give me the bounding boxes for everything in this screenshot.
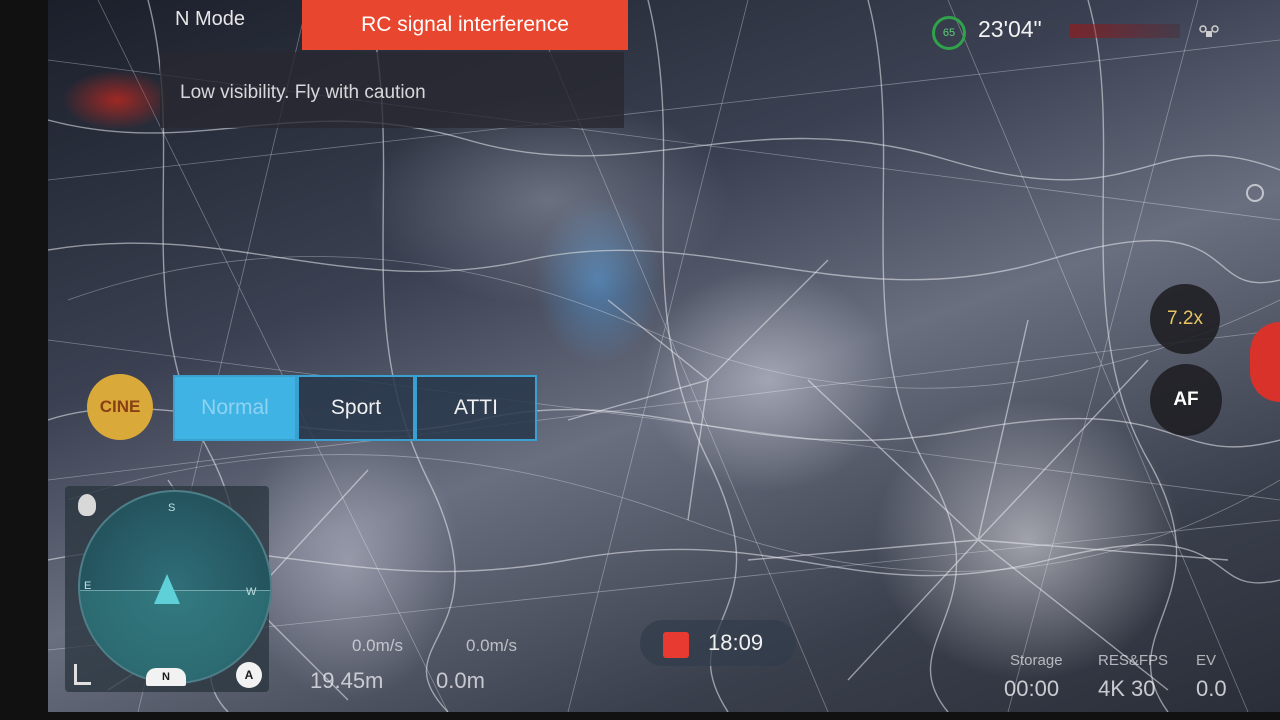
remaining-flight-time: 23'04"	[978, 16, 1042, 42]
drone-status-icon	[1199, 25, 1219, 37]
storage-value[interactable]: 00:00	[1004, 676, 1059, 702]
recording-indicator-icon	[663, 632, 689, 658]
resfps-label: RES&FPS	[1098, 652, 1169, 669]
mode-sport-button[interactable]: Sport	[297, 375, 415, 441]
ev-value[interactable]: 0.0	[1196, 676, 1227, 702]
mode-atti-button[interactable]: ATTI	[415, 375, 537, 441]
autofocus-button[interactable]: AF	[1150, 364, 1222, 436]
side-indicator-icon	[1246, 184, 1264, 202]
red-warning-glow	[62, 70, 172, 130]
signal-strength-value: 65	[942, 27, 956, 39]
auto-badge[interactable]: A	[236, 662, 262, 688]
rc-signal-warning-banner: RC signal interference	[302, 0, 628, 50]
distance-value: 19.45m	[310, 668, 384, 693]
signal-strength-icon: 65	[932, 16, 966, 50]
device-bezel	[0, 0, 48, 720]
flight-mode-label[interactable]: N Mode	[175, 8, 245, 31]
compass-west-label: E	[84, 580, 92, 592]
status-indicator-bar	[1070, 24, 1180, 38]
visibility-warning-text: Low visibility. Fly with caution	[180, 82, 426, 103]
compass-east-label: W	[246, 586, 257, 598]
horizontal-speed: 0.0m/s	[352, 636, 404, 655]
device-bezel-bottom	[0, 712, 1280, 720]
cine-label: CINE	[99, 397, 141, 416]
aircraft-heading-icon	[154, 574, 180, 604]
home-point-icon	[78, 494, 96, 516]
mode-normal-button[interactable]: Normal	[173, 375, 297, 441]
zoom-label: 7.2x	[1167, 308, 1203, 329]
recording-time: 18:09	[708, 630, 764, 655]
north-badge[interactable]: N	[146, 668, 186, 686]
vertical-speed: 0.0m/s	[466, 636, 518, 655]
ev-label: EV	[1196, 652, 1217, 669]
rc-warning-text: RC signal interference	[361, 13, 569, 36]
compass-north-label: S	[168, 502, 176, 514]
resfps-value[interactable]: 4K 30	[1098, 676, 1156, 702]
flight-mode-selector: Normal Sport ATTI	[173, 375, 537, 441]
storage-label: Storage	[1010, 652, 1063, 669]
cine-mode-button[interactable]: CINE	[87, 374, 153, 440]
zoom-button[interactable]: 7.2x	[1150, 284, 1220, 354]
focus-label: AF	[1173, 389, 1199, 410]
altitude-value: 0.0m	[436, 668, 485, 693]
map-corner-icon[interactable]	[74, 664, 91, 685]
